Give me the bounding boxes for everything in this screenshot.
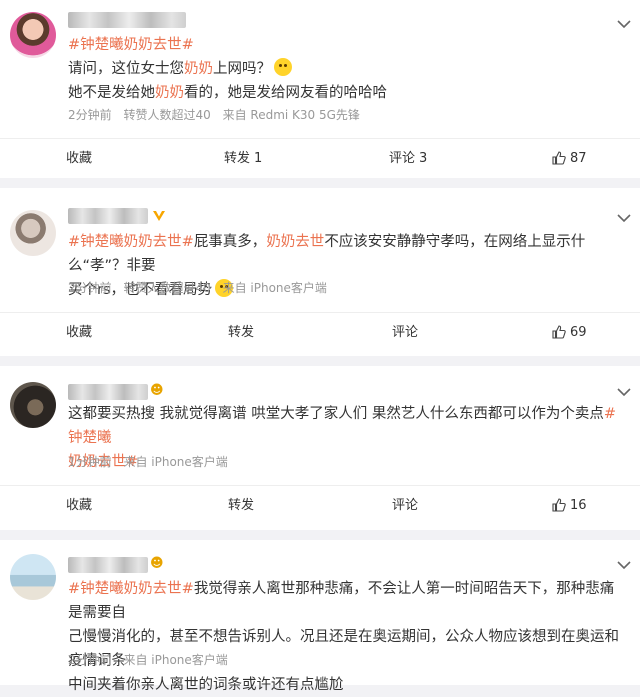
comment-button[interactable]: 评论 [392, 314, 418, 352]
chevron-down-icon[interactable] [616, 386, 632, 398]
comment-button[interactable]: 评论 [392, 487, 418, 525]
divider [0, 312, 640, 313]
repost-button[interactable]: 转发 1 [224, 140, 262, 178]
post-source: 来自 iPhone客户端 [123, 455, 228, 469]
post-time: 1分钟前 [68, 455, 112, 469]
like-button[interactable]: 87 [552, 140, 587, 178]
repost-button[interactable]: 转发 [228, 314, 254, 352]
avatar[interactable] [10, 12, 56, 58]
thinking-emoji-icon [274, 58, 292, 76]
post-card: #钟楚曦奶奶去世#屁事真多，奶奶去世不应该安安静静守孝吗，在网络上显示什么“孝”… [0, 188, 640, 356]
post-card: ☻ 这都要买热搜 我就觉得离谱 哄堂大孝了家人们 果然艺人什么东西都可以作为个卖… [0, 366, 640, 530]
action-bar: 收藏 转发 评论 69 [0, 314, 640, 352]
post-time: 2分钟前 [68, 281, 112, 295]
post-source: 来自 iPhone客户端 [123, 653, 228, 667]
repost-button[interactable]: 转发 [228, 487, 254, 525]
heart-eyes-badge-icon: ☻ [150, 383, 164, 398]
verified-v-icon [153, 211, 165, 221]
post-meta: 1分钟前 来自 iPhone客户端 [68, 454, 236, 470]
hashtag-link[interactable]: #钟楚曦奶奶去世# [68, 234, 194, 250]
chevron-down-icon[interactable] [616, 18, 632, 30]
chevron-down-icon[interactable] [616, 559, 632, 571]
divider [0, 138, 640, 139]
avatar[interactable] [10, 382, 56, 428]
favorite-button[interactable]: 收藏 [66, 487, 92, 525]
avatar[interactable] [10, 210, 56, 256]
username-blurred[interactable] [68, 557, 148, 573]
divider [0, 485, 640, 486]
post-meta: 2分钟前 来自 iPhone客户端 [68, 652, 236, 668]
username-blurred[interactable] [68, 384, 148, 400]
username-blurred[interactable] [68, 12, 186, 28]
post-source: 来自 iPhone客户端 [222, 281, 327, 295]
post-time: 2分钟前 [68, 108, 112, 122]
post-content: #钟楚曦奶奶去世# 请问，这位女士您奶奶上网吗？ 她不是发给她奶奶看的，她是发给… [68, 37, 387, 101]
post-meta: 2分钟前 转赞人数超过40 来自 iPhone客户端 [68, 280, 335, 296]
action-bar: 收藏 转发 1 评论 3 87 [0, 140, 640, 178]
thumbs-up-icon [552, 325, 566, 339]
comment-button[interactable]: 评论 3 [389, 140, 427, 178]
post-source: 来自 Redmi K30 5G先锋 [222, 108, 360, 122]
hashtag-link[interactable]: #钟楚曦奶奶去世# [68, 581, 194, 597]
heart-eyes-badge-icon: ☻ [150, 556, 164, 571]
avatar[interactable] [10, 554, 56, 600]
like-button[interactable]: 69 [552, 314, 587, 352]
post-content: #钟楚曦奶奶去世#我觉得亲人离世那种悲痛，不会让人第一时间昭告天下，那种悲痛是需… [68, 581, 619, 693]
post-card: ☻ #钟楚曦奶奶去世#我觉得亲人离世那种悲痛，不会让人第一时间昭告天下，那种悲痛… [0, 540, 640, 693]
like-button[interactable]: 16 [552, 487, 587, 525]
post-time: 2分钟前 [68, 653, 112, 667]
post-card: #钟楚曦奶奶去世# 请问，这位女士您奶奶上网吗？ 她不是发给她奶奶看的，她是发给… [0, 0, 640, 178]
action-bar: 收藏 转发 评论 16 [0, 487, 640, 525]
chevron-down-icon[interactable] [616, 212, 632, 224]
repost-like-info: 转赞人数超过40 [123, 108, 211, 122]
post-meta: 2分钟前 转赞人数超过40 来自 Redmi K30 5G先锋 [68, 107, 368, 123]
thumbs-up-icon [552, 151, 566, 165]
favorite-button[interactable]: 收藏 [66, 140, 92, 178]
repost-like-info: 转赞人数超过40 [123, 281, 211, 295]
username-blurred[interactable] [68, 208, 148, 224]
favorite-button[interactable]: 收藏 [66, 314, 92, 352]
thumbs-up-icon [552, 498, 566, 512]
hashtag-link[interactable]: #钟楚曦奶奶去世# [68, 37, 194, 53]
